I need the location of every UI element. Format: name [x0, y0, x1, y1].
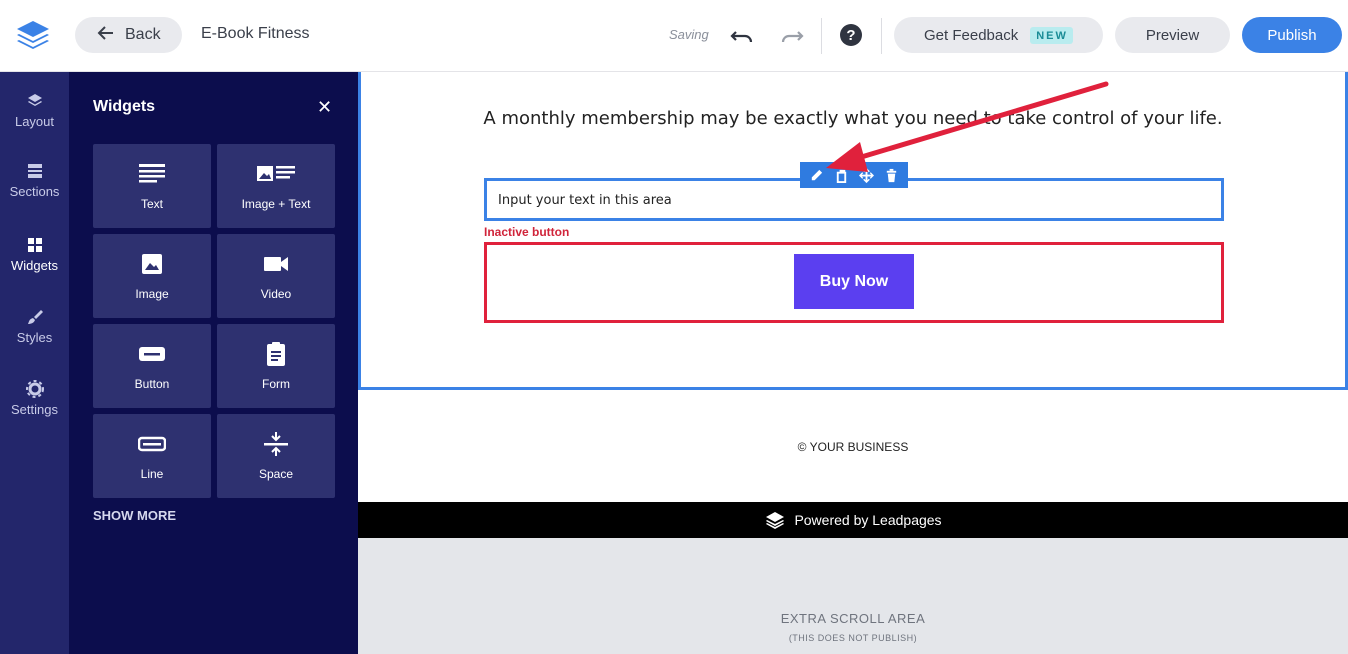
widget-tile-image[interactable]: Image	[93, 234, 211, 318]
save-status: Saving	[669, 27, 709, 42]
rail-label: Styles	[16, 330, 53, 345]
back-label: Back	[125, 26, 161, 43]
tile-label: Image + Text	[241, 197, 311, 211]
tile-label: Line	[140, 467, 164, 481]
tile-label: Button	[134, 377, 170, 391]
widget-tile-button[interactable]: Button	[93, 324, 211, 408]
new-badge: NEW	[1030, 26, 1073, 44]
rail-label: Sections	[9, 184, 60, 199]
rail-label: Widgets	[11, 258, 58, 273]
rail-label: Settings	[11, 402, 58, 417]
leadpages-logo-icon[interactable]	[14, 18, 52, 52]
widget-tile-form[interactable]: Form	[217, 324, 335, 408]
tile-label: Video	[260, 287, 292, 301]
button-icon	[139, 347, 165, 361]
widget-tile-space[interactable]: Space	[217, 414, 335, 498]
headline-text[interactable]: A monthly membership may be exactly what…	[358, 108, 1348, 129]
widgets-icon	[27, 238, 42, 252]
back-button[interactable]: Back	[75, 17, 182, 53]
arrow-left-icon	[97, 24, 115, 47]
widget-tile-line[interactable]: Line	[93, 414, 211, 498]
redo-icon[interactable]	[778, 22, 806, 50]
rail-label: Layout	[14, 114, 55, 129]
divider	[881, 18, 882, 54]
rail-item-sections[interactable]: Sections	[0, 162, 69, 199]
undo-icon[interactable]	[728, 22, 756, 50]
close-icon[interactable]: ✕	[317, 98, 332, 116]
line-icon	[138, 436, 166, 452]
buy-now-button[interactable]: Buy Now	[794, 254, 914, 309]
gear-icon	[25, 380, 44, 398]
page-title[interactable]: E-Book Fitness	[201, 25, 309, 43]
feedback-label: Get Feedback	[924, 26, 1019, 44]
rail-item-styles[interactable]: Styles	[0, 308, 69, 345]
widget-tile-text[interactable]: Text	[93, 144, 211, 228]
tile-label: Image	[135, 287, 169, 301]
extra-scroll-title: EXTRA SCROLL AREA	[780, 611, 926, 626]
top-bar: Back E-Book Fitness Saving ? Get Feedbac…	[0, 0, 1348, 72]
rail-item-layout[interactable]: Layout	[0, 92, 69, 129]
rail-item-settings[interactable]: Settings	[0, 380, 69, 417]
footer-copyright[interactable]: © YOUR BUSINESS	[358, 440, 1348, 454]
show-more-link[interactable]: SHOW MORE	[93, 508, 176, 523]
help-icon[interactable]: ?	[840, 24, 862, 46]
leadpages-logo-icon	[766, 512, 785, 529]
duplicate-icon[interactable]	[834, 167, 850, 183]
trash-icon[interactable]	[884, 167, 900, 183]
get-feedback-button[interactable]: Get Feedback NEW	[894, 17, 1103, 53]
leadpages-editor: Back E-Book Fitness Saving ? Get Feedbac…	[0, 0, 1348, 654]
annotation-label: Inactive button	[484, 225, 570, 239]
video-icon	[264, 257, 288, 271]
page-canvas: A monthly membership may be exactly what…	[358, 72, 1348, 654]
widget-tile-video[interactable]: Video	[217, 234, 335, 318]
text-icon	[139, 164, 165, 183]
image-text-icon	[257, 166, 295, 181]
tile-label: Text	[140, 197, 163, 211]
extra-scroll-subtitle: (THIS DOES NOT PUBLISH)	[788, 633, 918, 643]
form-icon	[267, 342, 285, 366]
publish-button[interactable]: Publish	[1242, 17, 1342, 53]
panel-title: Widgets	[93, 98, 156, 115]
layers-icon	[27, 94, 42, 106]
sections-icon	[27, 164, 42, 178]
space-icon	[264, 432, 288, 456]
move-icon[interactable]	[859, 167, 875, 183]
rail-item-widgets[interactable]: Widgets	[0, 236, 69, 273]
powered-by-bar: Powered by Leadpages	[358, 502, 1348, 538]
widget-tile-image-text[interactable]: Image + Text	[217, 144, 335, 228]
preview-button[interactable]: Preview	[1115, 17, 1230, 53]
left-rail: Layout Sections Widgets Styles Settings	[0, 72, 69, 654]
widget-toolbar	[800, 162, 908, 188]
extra-scroll-area: EXTRA SCROLL AREA (THIS DOES NOT PUBLISH…	[358, 538, 1348, 654]
powered-by-text: Powered by Leadpages	[794, 512, 942, 528]
edit-icon[interactable]	[809, 167, 825, 183]
image-icon	[142, 254, 162, 274]
divider	[821, 18, 822, 54]
widgets-panel: Widgets ✕ Text Image + Text Image Video …	[69, 72, 358, 654]
tile-label: Form	[262, 377, 290, 391]
tile-label: Space	[258, 467, 294, 481]
brush-icon	[27, 310, 43, 324]
